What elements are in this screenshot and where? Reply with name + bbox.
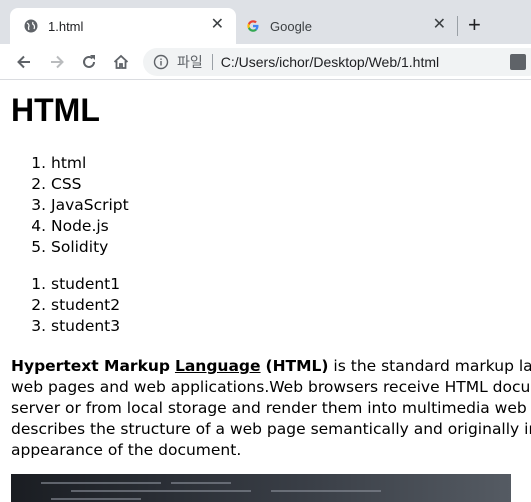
list-item: html — [51, 153, 129, 174]
home-button[interactable] — [110, 51, 132, 73]
url-text[interactable]: C:/Users/ichor/Desktop/Web/1.html — [221, 54, 439, 70]
tab-strip: 1.html ✕ Google ✕ + — [0, 0, 531, 44]
close-icon[interactable]: ✕ — [211, 17, 224, 33]
code-image — [11, 474, 511, 502]
paragraph-text: describes the structure of a web page se… — [11, 420, 531, 438]
tab-google[interactable]: Google ✕ — [236, 8, 458, 44]
home-icon — [113, 54, 129, 69]
list-item: JavaScript — [51, 195, 129, 216]
forward-arrow-icon — [51, 55, 64, 69]
list-item: student2 — [51, 295, 120, 316]
paragraph-text: is the standard markup language for crea… — [333, 357, 531, 375]
tab-title: 1.html — [48, 18, 84, 34]
google-icon — [247, 20, 259, 32]
paragraph-text: appearance of the document. — [11, 441, 242, 459]
paragraph-text: web pages and web applications.Web brows… — [11, 378, 531, 396]
paragraph-text: server or from local storage and render … — [11, 399, 531, 417]
ordered-list-languages: html CSS JavaScript Node.js Solidity — [0, 153, 129, 258]
back-arrow-icon — [17, 55, 30, 69]
language-link[interactable]: Language — [175, 357, 261, 375]
tab-1-html[interactable]: 1.html ✕ — [10, 8, 236, 44]
address-bar[interactable]: 파일 C:/Users/ichor/Desktop/Web/1.html — [143, 48, 531, 76]
forward-button[interactable] — [46, 51, 68, 73]
file-label: 파일 — [177, 54, 203, 70]
html-description: Hypertext Markup Language (HTML) is the … — [11, 356, 531, 461]
list-item: Solidity — [51, 237, 129, 258]
toolbar: 파일 C:/Users/ichor/Desktop/Web/1.html — [0, 44, 531, 80]
page-content: HTML html CSS JavaScript Node.js Solidit… — [0, 80, 531, 502]
list-item: student1 — [51, 274, 120, 295]
back-button[interactable] — [13, 51, 35, 73]
bold-text: Hypertext Markup — [11, 357, 171, 375]
ordered-list-students: student1 student2 student3 — [0, 274, 120, 337]
address-divider — [211, 54, 213, 70]
globe-icon — [24, 19, 38, 33]
tab-title: Google — [270, 18, 312, 34]
list-item: Node.js — [51, 216, 129, 237]
info-icon[interactable] — [153, 54, 169, 70]
reload-button[interactable] — [78, 51, 100, 73]
bold-text: (HTML) — [265, 357, 329, 375]
list-item: CSS — [51, 174, 129, 195]
browser-chrome: 1.html ✕ Google ✕ + 파일 C:/Users/ichor/De… — [0, 0, 531, 80]
list-item: student3 — [51, 316, 120, 337]
new-tab-button[interactable]: + — [468, 14, 481, 36]
tab-separator — [457, 16, 458, 36]
page-heading: HTML — [11, 92, 100, 128]
reload-icon — [83, 55, 95, 68]
translate-icon[interactable] — [510, 54, 526, 70]
close-icon[interactable]: ✕ — [433, 17, 446, 33]
